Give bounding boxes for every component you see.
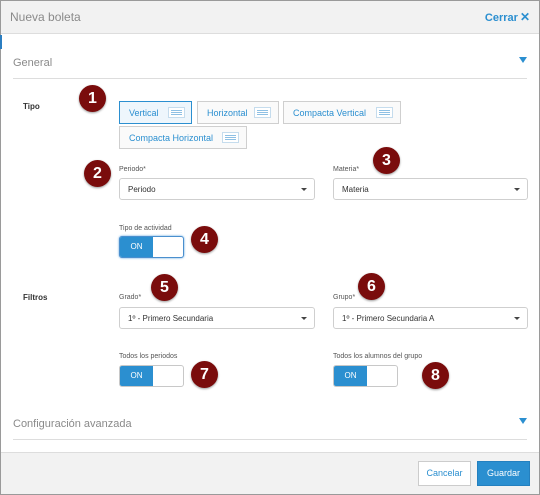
caret-down-icon[interactable]: [519, 57, 527, 63]
layout-vertical-label: Vertical: [129, 108, 159, 118]
grado-select[interactable]: 1º - Primero Secundaria: [119, 307, 315, 329]
tipo-actividad-label: Tipo de actividad: [119, 225, 172, 232]
caret-down-icon[interactable]: [519, 418, 527, 424]
grupo-select[interactable]: 1º - Primero Secundaria A: [333, 307, 528, 329]
chevron-down-icon: [514, 317, 520, 320]
annotation-marker: 4: [191, 226, 218, 253]
materia-value: Materia: [342, 185, 369, 194]
general-section-title: General: [13, 57, 53, 69]
close-icon: ✕: [519, 10, 530, 24]
cancel-button[interactable]: Cancelar: [418, 461, 471, 486]
periodo-select[interactable]: Periodo: [119, 178, 315, 200]
todos-alumnos-toggle[interactable]: ON: [333, 365, 398, 387]
annotation-marker: 2: [84, 160, 111, 187]
toggle-on-state: ON: [120, 237, 153, 257]
advanced-section-header[interactable]: Configuración avanzada: [13, 412, 527, 440]
tipo-actividad-toggle[interactable]: ON: [119, 236, 184, 258]
dialog-title: Nueva boleta: [10, 10, 81, 24]
materia-label: Materia*: [333, 166, 360, 173]
layout-lines-icon: [168, 107, 185, 118]
layout-lines-icon: [254, 107, 271, 118]
annotation-marker: 8: [422, 362, 449, 389]
grupo-label: Grupo*: [333, 294, 356, 301]
annotation-marker: 3: [373, 147, 400, 174]
dialog-header: Nueva boleta Cerrar ✕: [1, 1, 539, 34]
annotation-marker: 1: [79, 85, 106, 112]
periodo-value: Periodo: [128, 185, 156, 194]
toggle-on-state: ON: [334, 366, 367, 386]
close-button[interactable]: Cerrar ✕: [485, 10, 530, 24]
layout-lines-icon: [376, 107, 393, 118]
grado-value: 1º - Primero Secundaria: [128, 314, 214, 323]
grado-label: Grado*: [119, 294, 142, 301]
annotation-marker: 6: [358, 273, 385, 300]
annotation-marker: 5: [151, 274, 178, 301]
chevron-down-icon: [514, 188, 520, 191]
todos-periodos-toggle[interactable]: ON: [119, 365, 184, 387]
layout-compacta-horizontal-label: Compacta Horizontal: [129, 133, 214, 143]
filtros-label: Filtros: [23, 293, 48, 302]
layout-horizontal-label: Horizontal: [207, 108, 248, 118]
left-accent-bar: [0, 35, 2, 49]
layout-vertical-button[interactable]: Vertical: [119, 101, 192, 124]
layout-compacta-vertical-button[interactable]: Compacta Vertical: [283, 101, 401, 124]
chevron-down-icon: [301, 188, 307, 191]
nueva-boleta-dialog: Nueva boleta Cerrar ✕ General Tipo Vertic…: [0, 0, 540, 495]
materia-select[interactable]: Materia: [333, 178, 528, 200]
layout-compacta-vertical-label: Compacta Vertical: [293, 108, 367, 118]
dialog-footer: Cancelar Guardar: [1, 452, 539, 494]
periodo-label: Periodo*: [119, 166, 146, 173]
chevron-down-icon: [301, 317, 307, 320]
tipo-label: Tipo: [23, 102, 40, 111]
todos-alumnos-label: Todos los alumnos del grupo: [333, 353, 423, 360]
advanced-section-title: Configuración avanzada: [13, 418, 132, 430]
close-label: Cerrar: [484, 12, 518, 24]
layout-lines-icon: [222, 132, 239, 143]
annotation-marker: 7: [191, 361, 218, 388]
save-button[interactable]: Guardar: [477, 461, 530, 486]
layout-horizontal-button[interactable]: Horizontal: [197, 101, 279, 124]
layout-compacta-horizontal-button[interactable]: Compacta Horizontal: [119, 126, 247, 149]
toggle-on-state: ON: [120, 366, 153, 386]
grupo-value: 1º - Primero Secundaria A: [342, 314, 435, 323]
general-section-header[interactable]: General: [13, 51, 527, 79]
todos-periodos-label: Todos los periodos: [119, 353, 178, 360]
